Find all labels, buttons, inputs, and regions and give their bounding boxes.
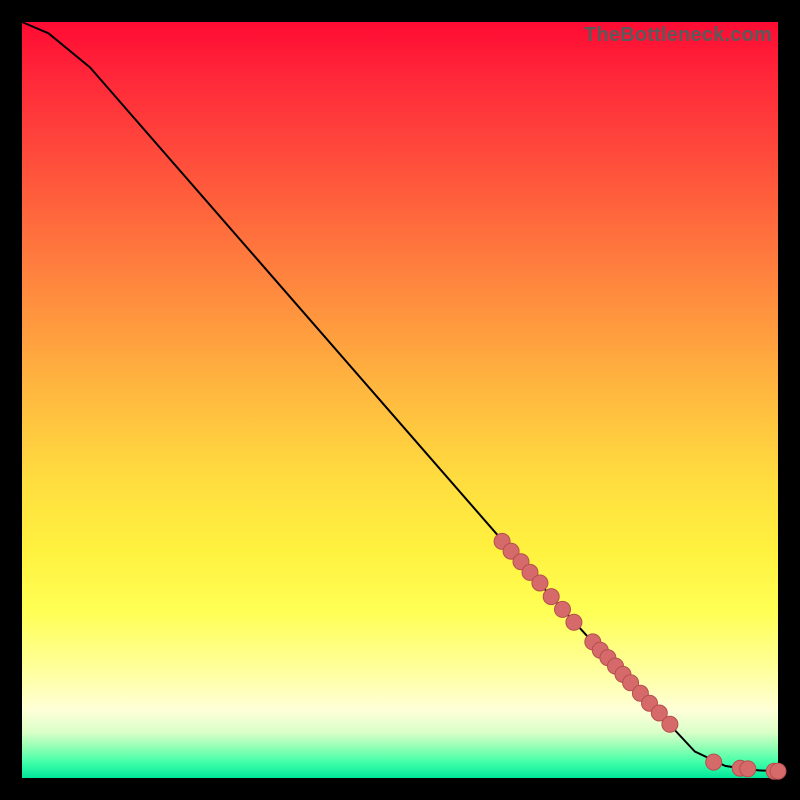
curve-marker <box>740 761 756 777</box>
curve-marker <box>566 614 582 630</box>
curve-marker <box>706 754 722 770</box>
chart-svg <box>22 22 778 778</box>
bottleneck-curve-line <box>22 22 778 771</box>
curve-marker <box>770 763 786 779</box>
chart-plot-area: TheBottleneck.com <box>22 22 778 778</box>
curve-marker <box>555 601 571 617</box>
chart-stage: TheBottleneck.com <box>0 0 800 800</box>
curve-marker <box>662 716 678 732</box>
curve-marker <box>543 589 559 605</box>
bottleneck-curve-markers <box>494 533 786 779</box>
curve-marker <box>532 575 548 591</box>
